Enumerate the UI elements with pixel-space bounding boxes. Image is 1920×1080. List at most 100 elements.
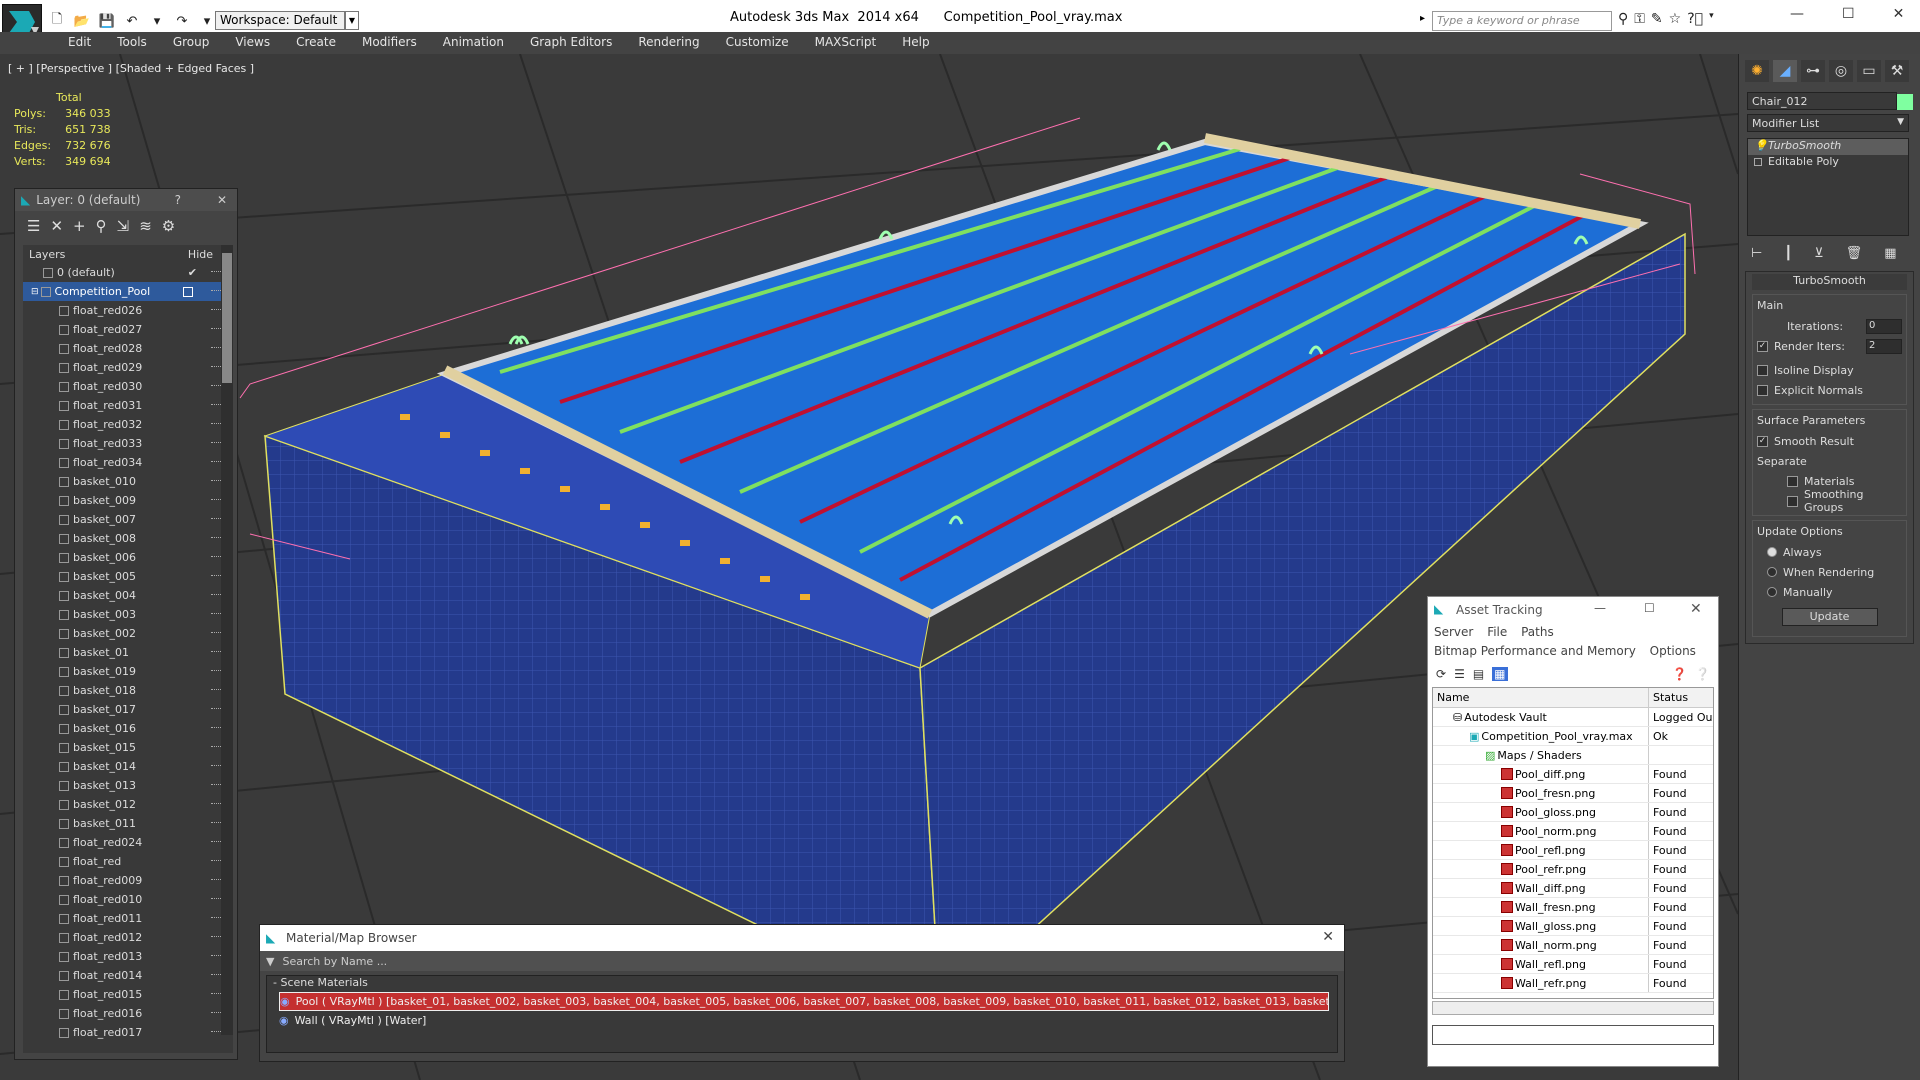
hide-column-label[interactable]: Hide	[188, 248, 213, 261]
search-expand-icon[interactable]: ▸	[1420, 13, 1425, 24]
object-row[interactable]: basket_014	[23, 757, 233, 776]
hierarchy-tab-icon[interactable]: ⊶	[1801, 60, 1825, 82]
menu-create[interactable]: Create	[283, 32, 349, 54]
object-row[interactable]: basket_016	[23, 719, 233, 738]
asset-minimize-icon[interactable]: —	[1594, 601, 1606, 615]
object-row[interactable]: basket_008	[23, 529, 233, 548]
manually-radio[interactable]	[1767, 587, 1777, 597]
table-row[interactable]: Pool_norm.png Found	[1433, 822, 1713, 841]
menu-options[interactable]: Options	[1650, 644, 1696, 658]
object-row[interactable]: basket_006	[23, 548, 233, 567]
scene-materials-header[interactable]: - Scene Materials	[267, 976, 1337, 992]
table-row[interactable]: Wall_refl.png Found	[1433, 955, 1713, 974]
utilities-tab-icon[interactable]: ⚒	[1885, 60, 1909, 82]
menu-graph-editors[interactable]: Graph Editors	[517, 32, 625, 54]
menu-rendering[interactable]: Rendering	[625, 32, 712, 54]
smoothing-groups-checkbox[interactable]	[1787, 495, 1798, 507]
minimize-icon[interactable]: —	[1790, 6, 1804, 22]
table-row[interactable]: ▣ Competition_Pool_vray.max Ok	[1433, 727, 1713, 746]
pin-stack-icon[interactable]: ⊢	[1751, 246, 1762, 261]
menu-maxscript[interactable]: MAXScript	[802, 32, 890, 54]
maximize-icon[interactable]: ☐	[1842, 6, 1855, 22]
asset-tracking-titlebar[interactable]: ◣ Asset Tracking — ☐ ✕	[1428, 597, 1718, 623]
object-name-field[interactable]: Chair_012	[1747, 92, 1897, 110]
workspace-dropdown-icon[interactable]: ▼	[345, 11, 359, 30]
menu-edit[interactable]: Edit	[55, 32, 104, 54]
menu-help[interactable]: Help	[889, 32, 942, 54]
menu-file[interactable]: File	[1487, 625, 1507, 639]
object-row[interactable]: float_red033	[23, 434, 233, 453]
scroll-thumb[interactable]	[222, 253, 232, 383]
object-row[interactable]: float_red016	[23, 1004, 233, 1023]
object-row[interactable]: basket_011	[23, 814, 233, 833]
menu-paths[interactable]: Paths	[1521, 625, 1554, 639]
modify-tab-icon[interactable]: ◢	[1773, 60, 1797, 82]
material-search-input[interactable]: Search by Name ...	[282, 955, 387, 968]
object-row[interactable]: basket_004	[23, 586, 233, 605]
object-row[interactable]: basket_018	[23, 681, 233, 700]
help-icon[interactable]: ❓	[1672, 667, 1687, 681]
undo-dropdown-icon[interactable]: ▾	[146, 12, 168, 30]
object-row[interactable]: float_red013	[23, 947, 233, 966]
asset-horizontal-scrollbar[interactable]	[1432, 1001, 1714, 1015]
isoline-checkbox[interactable]	[1757, 364, 1768, 376]
object-row[interactable]: float_red034	[23, 453, 233, 472]
delete-layer-icon[interactable]: ✕	[50, 217, 63, 235]
table-row[interactable]: Pool_diff.png Found	[1433, 765, 1713, 784]
favorites-star-icon[interactable]: ☆	[1669, 11, 1682, 27]
configure-sets-icon[interactable]: ▦	[1884, 246, 1896, 261]
help-dropdown-icon[interactable]: ▾	[1709, 11, 1714, 27]
material-browser-titlebar[interactable]: ◣ Material/Map Browser ✕	[260, 925, 1344, 951]
stack-item-editable-poly[interactable]: Editable Poly	[1748, 155, 1908, 171]
smooth-result-checkbox[interactable]: ✓	[1757, 435, 1768, 447]
name-column-header[interactable]: Name	[1433, 688, 1649, 707]
object-row[interactable]: float_red030	[23, 377, 233, 396]
object-row[interactable]: basket_019	[23, 662, 233, 681]
render-iters-spinner[interactable]: 2	[1866, 338, 1902, 354]
table-row[interactable]: Wall_diff.png Found	[1433, 879, 1713, 898]
iterations-spinner[interactable]: 0	[1866, 318, 1902, 334]
redo-icon[interactable]: ↷	[171, 12, 193, 30]
menu-tools[interactable]: Tools	[104, 32, 160, 54]
object-row[interactable]: float_red031	[23, 396, 233, 415]
layers-column-label[interactable]: Layers	[29, 248, 65, 261]
update-button[interactable]: Update	[1781, 608, 1878, 626]
object-row[interactable]: basket_003	[23, 605, 233, 624]
make-unique-icon[interactable]: ⊻	[1814, 246, 1824, 261]
list-view-icon[interactable]: ☰	[1454, 667, 1465, 681]
object-row[interactable]: basket_015	[23, 738, 233, 757]
add-to-layer-icon[interactable]: ⇲	[117, 217, 130, 235]
table-row[interactable]: ⛁ Autodesk Vault Logged Ou	[1433, 708, 1713, 727]
undo-icon[interactable]: ↶	[121, 12, 143, 30]
select-layer-icon[interactable]: ⚲	[96, 217, 107, 235]
layers-vertical-scrollbar[interactable]	[221, 245, 233, 1035]
table-row[interactable]: Pool_gloss.png Found	[1433, 803, 1713, 822]
lightbulb-icon[interactable]: 💡	[1754, 139, 1768, 152]
create-layer-icon[interactable]: +	[73, 217, 86, 235]
table-row[interactable]: ▨ Maps / Shaders	[1433, 746, 1713, 765]
object-row[interactable]: float_red029	[23, 358, 233, 377]
object-row[interactable]: basket_007	[23, 510, 233, 529]
table-row[interactable]: Pool_fresn.png Found	[1433, 784, 1713, 803]
object-row[interactable]: float_red011	[23, 909, 233, 928]
material-row[interactable]: ◉ Pool ( VRayMtl ) [basket_01, basket_002…	[279, 992, 1329, 1011]
collapse-icon[interactable]: ⊟	[31, 287, 39, 297]
object-row[interactable]: float_red014	[23, 966, 233, 985]
motion-tab-icon[interactable]: ◎	[1829, 60, 1853, 82]
table-view-icon[interactable]: ▦	[1492, 667, 1508, 681]
explicit-normals-checkbox[interactable]	[1757, 384, 1768, 396]
always-radio[interactable]	[1767, 547, 1777, 557]
modifier-list-dropdown[interactable]: Modifier List ▼	[1747, 114, 1909, 132]
active-layer-checkbox[interactable]	[183, 286, 193, 297]
create-tab-icon[interactable]: ✺	[1745, 60, 1769, 82]
viewport-label[interactable]: [ + ] [Perspective ] [Shaded + Edged Fac…	[8, 62, 254, 75]
browser-options-icon[interactable]: ▼	[266, 955, 274, 968]
table-row[interactable]: Pool_refl.png Found	[1433, 841, 1713, 860]
layer-row[interactable]: ⊟ Competition_Pool	[23, 282, 233, 301]
rollout-title[interactable]: TurboSmooth	[1752, 274, 1907, 290]
table-row[interactable]: Pool_refr.png Found	[1433, 860, 1713, 879]
object-row[interactable]: float_red026	[23, 301, 233, 320]
object-row[interactable]: basket_009	[23, 491, 233, 510]
when-rendering-radio[interactable]	[1767, 567, 1777, 577]
table-row[interactable]: Wall_fresn.png Found	[1433, 898, 1713, 917]
